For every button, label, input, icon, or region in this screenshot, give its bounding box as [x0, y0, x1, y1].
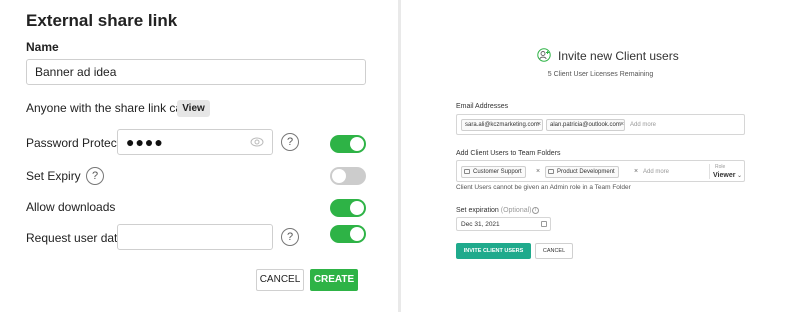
close-icon[interactable]: ×	[620, 119, 624, 130]
close-icon[interactable]: ×	[537, 119, 541, 130]
expiration-label-text: Set expiration	[456, 207, 499, 214]
name-label: Name	[26, 40, 59, 54]
password-protect-label: Password Protect	[26, 136, 121, 150]
expiration-optional-text: (Optional)	[500, 207, 532, 214]
licenses-remaining: 5 Client User Licenses Remaining	[547, 71, 654, 78]
permission-dropdown-button[interactable]: View	[177, 100, 210, 117]
cancel-invite-button[interactable]: CANCEL	[535, 243, 573, 259]
request-user-data-toggle[interactable]	[330, 225, 366, 243]
invite-title: Invite new Client users	[558, 49, 679, 63]
info-icon[interactable]: i	[532, 207, 539, 214]
toggle-knob	[350, 227, 364, 241]
set-expiry-label: Set Expiry	[26, 169, 81, 183]
role-select[interactable]: Viewer	[713, 172, 735, 179]
close-icon[interactable]: ×	[634, 166, 638, 177]
create-button[interactable]: CREATE	[310, 269, 358, 291]
password-input[interactable]: ●●●●	[117, 129, 273, 155]
calendar-icon[interactable]	[541, 221, 547, 227]
password-protect-toggle[interactable]	[330, 135, 366, 153]
role-label: Role	[715, 164, 726, 170]
email-chip: sara.ali@kczmarketing.com	[461, 119, 543, 131]
chevron-down-icon[interactable]: ⌄	[737, 172, 742, 179]
team-folders-label: Add Client Users to Team Folders	[456, 150, 561, 157]
folder-chip-label: Customer Support	[473, 169, 522, 175]
eye-icon[interactable]	[250, 136, 264, 148]
add-more-placeholder[interactable]: Add more	[643, 167, 669, 177]
folder-chip-label: Product Development	[557, 169, 615, 175]
close-icon[interactable]: ×	[536, 166, 540, 177]
password-help-icon[interactable]: ?	[281, 133, 299, 151]
password-mask: ●●●●	[126, 134, 164, 150]
share-permission-text: Anyone with the share link can	[26, 101, 189, 115]
add-more-placeholder[interactable]: Add more	[630, 120, 656, 130]
folder-icon	[464, 169, 470, 174]
email-chip: alan.patricia@outlook.com	[546, 119, 625, 131]
toggle-knob	[350, 201, 364, 215]
set-expiration-label: Set expiration (Optional)	[456, 207, 532, 214]
name-input[interactable]: Banner ad idea	[26, 59, 366, 85]
email-addresses-label: Email Addresses	[456, 103, 509, 110]
request-user-data-input[interactable]	[117, 224, 273, 250]
invite-client-users-button[interactable]: INVITE CLIENT USERS	[456, 243, 531, 259]
share-link-panel: External share link Name Banner ad idea …	[0, 0, 398, 312]
team-folders-input[interactable]: Customer Support × Product Development ×…	[456, 160, 745, 182]
toggle-knob	[332, 169, 346, 183]
folder-chip: Customer Support	[461, 166, 526, 178]
folder-chip: Product Development	[545, 166, 619, 178]
expiry-help-icon[interactable]: ?	[86, 167, 104, 185]
email-addresses-input[interactable]: sara.ali@kczmarketing.com × alan.patrici…	[456, 114, 745, 135]
user-plus-icon	[537, 48, 551, 62]
role-note: Client Users cannot be given an Admin ro…	[456, 184, 631, 191]
allow-downloads-label: Allow downloads	[26, 200, 116, 214]
folder-icon	[548, 169, 554, 174]
expiration-date-input[interactable]: Dec 31, 2021	[456, 217, 551, 231]
request-help-icon[interactable]: ?	[281, 228, 299, 246]
dialog-title: External share link	[26, 11, 178, 30]
allow-downloads-toggle[interactable]	[330, 199, 366, 217]
cancel-button[interactable]: CANCEL	[256, 269, 304, 291]
role-divider	[709, 164, 710, 179]
expiration-date-value: Dec 31, 2021	[461, 221, 500, 228]
set-expiry-toggle[interactable]	[330, 167, 366, 185]
request-user-data-label: Request user data	[26, 231, 125, 245]
toggle-knob	[350, 137, 364, 151]
invite-client-panel: Invite new Client users 5 Client User Li…	[401, 0, 800, 312]
